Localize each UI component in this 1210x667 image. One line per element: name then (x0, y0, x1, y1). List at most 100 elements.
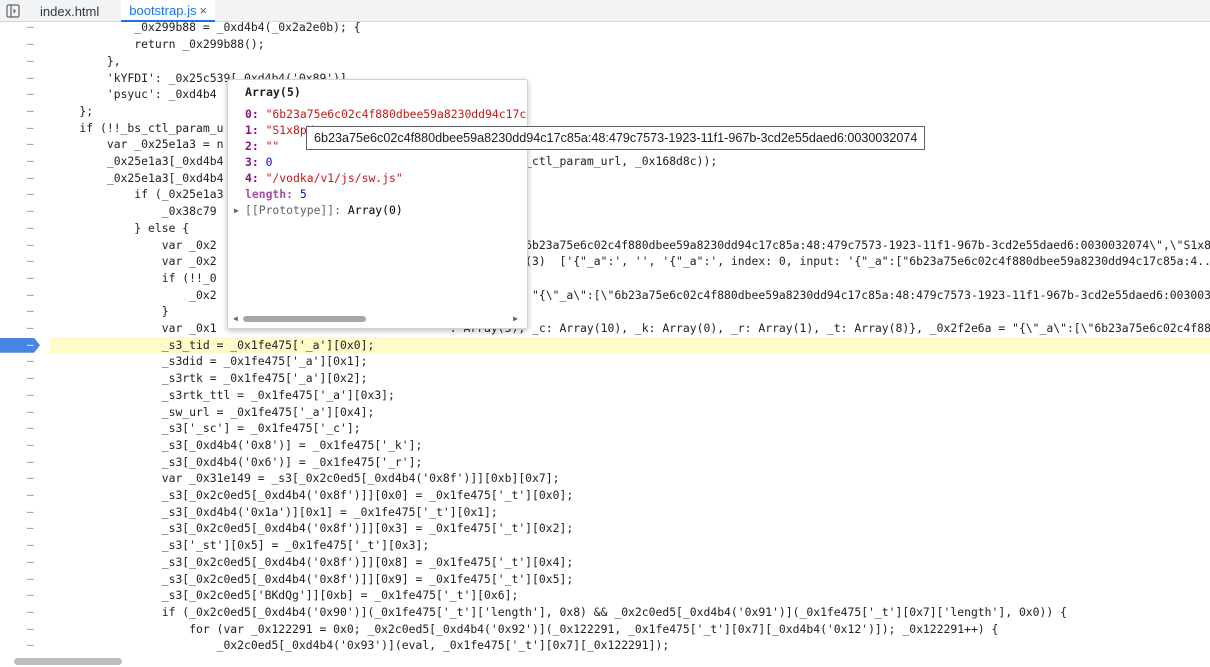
line-gutter[interactable]: – (0, 220, 50, 237)
code-line[interactable]: – _0x2c0ed5[_0xd4b4('0x93')](eval, _0x1f… (0, 637, 1210, 654)
code-line[interactable]: – _s3[_0xd4b4('0x8')] = _0x1fe475['_k']; (0, 437, 1210, 454)
code-line[interactable]: – _0x299b88 = _0xd4b4(_0x2a2e0b); { (0, 22, 1210, 36)
code-line[interactable]: – 'psyuc': _0xd4b4 (0, 86, 1210, 103)
code-line[interactable]: – _sw_url = _0x1fe475['_a'][0x4]; (0, 404, 1210, 421)
line-gutter[interactable]: – (0, 404, 50, 421)
line-gutter[interactable]: – (0, 170, 50, 187)
line-gutter[interactable]: – (0, 420, 50, 437)
code-line[interactable]: – var _0x2 {\"_a\":[\"6b23a75e6c02c4f880… (0, 237, 1210, 254)
navigator-toggle-icon[interactable] (0, 0, 26, 21)
code-text: _s3[_0xd4b4('0x6')] = _0x1fe475['_r']; (52, 454, 423, 469)
line-gutter[interactable]: – (0, 303, 50, 320)
code-line[interactable]: – }, (0, 53, 1210, 70)
line-gutter[interactable]: – (0, 270, 50, 287)
line-gutter[interactable]: – (0, 554, 50, 571)
line-gutter[interactable]: – (0, 203, 50, 220)
code-line[interactable]: – }; (0, 103, 1210, 120)
code-line[interactable]: – _s3rtk_ttl = _0x1fe475['_a'][0x3]; (0, 387, 1210, 404)
array-item[interactable]: 4: "/vodka/v1/js/sw.js" (245, 170, 403, 186)
code-line[interactable]: – _s3['_st'][0x5] = _0x1fe475['_t'][0x3]… (0, 537, 1210, 554)
line-gutter[interactable]: – (0, 287, 50, 304)
code-line[interactable]: – _0x38c79 (0, 203, 1210, 220)
paused-code-line[interactable]: – _s3_tid = _0x1fe475['_a'][0x0]; (0, 336, 1210, 354)
code-line[interactable]: – var _0x1 : Array(5), _c: Array(10), _k… (0, 320, 1210, 337)
horizontal-scrollbar[interactable] (0, 655, 1210, 667)
line-gutter[interactable]: – (0, 320, 50, 337)
scroll-thumb[interactable] (243, 316, 366, 322)
code-line[interactable]: – if (_0x2c0ed5[_0xd4b4('0x90')](_0x1fe4… (0, 604, 1210, 621)
line-gutter[interactable]: – (0, 621, 50, 638)
line-gutter[interactable]: – (0, 336, 50, 354)
scroll-thumb[interactable] (14, 658, 122, 665)
line-gutter[interactable]: – (0, 470, 50, 487)
code-editor[interactable]: – _0x299b88 = _0xd4b4(_0x2a2e0b); {– ret… (0, 22, 1210, 655)
scroll-right-icon[interactable]: ▶ (513, 314, 518, 323)
code-line[interactable]: – _s3rtk = _0x1fe475['_a'][0x2]; (0, 370, 1210, 387)
line-gutter[interactable]: – (0, 153, 50, 170)
code-line[interactable]: – _s3[_0x2c0ed5[_0xd4b4('0x8f')]][0x3] =… (0, 520, 1210, 537)
line-gutter[interactable]: – (0, 86, 50, 103)
line-gutter[interactable]: – (0, 454, 50, 471)
line-gutter[interactable]: – (0, 237, 50, 254)
code-line[interactable]: – _s3[_0x2c0ed5['BKdQg']][0xb] = _0x1fe4… (0, 587, 1210, 604)
array-value: "6b23a75e6c02c4f880dbee59a8230dd94c17c85… (265, 107, 528, 121)
code-line[interactable]: – } else { (0, 220, 1210, 237)
code-line[interactable]: – _s3[_0x2c0ed5[_0xd4b4('0x8f')]][0x9] =… (0, 571, 1210, 588)
tab-bootstrap-js[interactable]: bootstrap.js × (121, 0, 216, 22)
line-gutter[interactable]: – (0, 487, 50, 504)
code-line[interactable]: – _0x25e1a3[_0xd4b4 (0, 170, 1210, 187)
code-line[interactable]: – for (var _0x122291 = 0x0; _0x2c0ed5[_0… (0, 621, 1210, 638)
line-gutter[interactable]: – (0, 637, 50, 654)
line-gutter[interactable]: – (0, 120, 50, 137)
code-line[interactable]: – } (0, 303, 1210, 320)
line-gutter[interactable]: – (0, 53, 50, 70)
code-line[interactable]: – var _0x31e149 = _s3[_0x2c0ed5[_0xd4b4(… (0, 470, 1210, 487)
code-line[interactable]: – if (!!_0 (0, 270, 1210, 287)
array-item[interactable]: 2: "" (245, 138, 279, 154)
code-line[interactable]: – _s3did = _0x1fe475['_a'][0x1]; (0, 353, 1210, 370)
breakpoint-marker[interactable] (0, 337, 40, 353)
line-gutter[interactable]: – (0, 571, 50, 588)
code-line[interactable]: – _s3[_0x2c0ed5[_0xd4b4('0x8f')]][0x8] =… (0, 554, 1210, 571)
line-gutter[interactable]: – (0, 22, 50, 36)
code-line[interactable]: – _s3[_0xd4b4('0x6')] = _0x1fe475['_r']; (0, 454, 1210, 471)
line-gutter[interactable]: – (0, 353, 50, 370)
code-line[interactable]: – 'kYFDI': _0x25c539[_0xd4b4('0x89')], (0, 70, 1210, 87)
tab-index-html[interactable]: index.html (32, 0, 107, 22)
gutter-dash: – (27, 37, 34, 51)
scroll-left-icon[interactable]: ◀ (233, 314, 238, 323)
line-gutter[interactable]: – (0, 136, 50, 153)
array-value: 0 (265, 155, 273, 169)
code-text: var _0x1 : Array(5), _c: Array(10), _k: … (52, 321, 1210, 335)
line-gutter[interactable]: – (0, 604, 50, 621)
gutter-dash: – (27, 87, 34, 101)
line-gutter[interactable]: – (0, 370, 50, 387)
line-gutter[interactable]: – (0, 186, 50, 203)
line-gutter[interactable]: – (0, 387, 50, 404)
close-tab-icon[interactable]: × (199, 3, 207, 18)
array-item[interactable]: 0: "6b23a75e6c02c4f880dbee59a8230dd94c17… (245, 106, 528, 122)
line-gutter[interactable]: – (0, 504, 50, 521)
popover-scrollbar[interactable]: ◀ ▶ (233, 314, 518, 324)
line-gutter[interactable]: – (0, 437, 50, 454)
line-gutter[interactable]: – (0, 253, 50, 270)
expand-triangle-icon[interactable]: ▶ (234, 206, 239, 215)
array-item[interactable]: 3: 0 (245, 154, 272, 170)
line-gutter[interactable]: – (0, 587, 50, 604)
line-gutter[interactable]: – (0, 520, 50, 537)
line-gutter[interactable]: – (0, 103, 50, 120)
line-gutter[interactable]: – (0, 36, 50, 53)
line-gutter[interactable]: – (0, 537, 50, 554)
code-line[interactable]: – return _0x299b88(); (0, 36, 1210, 53)
line-gutter[interactable]: – (0, 70, 50, 87)
array-item[interactable]: 1: "S1x8pX (245, 122, 314, 138)
code-line[interactable]: – _s3['_sc'] = _0x1fe475['_c']; (0, 420, 1210, 437)
gutter-dash: – (27, 337, 34, 351)
prototype-row[interactable]: [[Prototype]]: Array(0) (245, 202, 403, 218)
code-line[interactable]: – _0x2 _0x2f2e6a = "{\"_a\":[\"6b23a75e6… (0, 287, 1210, 304)
code-line[interactable]: – _s3[_0xd4b4('0x1a')][0x1] = _0x1fe475[… (0, 504, 1210, 521)
code-line[interactable]: – var _0x2 0x2ac17a = (3) ['{"_a":', '',… (0, 253, 1210, 270)
code-line[interactable]: – if (_0x25e1a3 (0, 186, 1210, 203)
code-line[interactable]: – _s3[_0x2c0ed5[_0xd4b4('0x8f')]][0x0] =… (0, 487, 1210, 504)
code-line[interactable]: – _0x25e1a3[_0xd4b4 0x52')](_bs_ctl_para… (0, 153, 1210, 170)
